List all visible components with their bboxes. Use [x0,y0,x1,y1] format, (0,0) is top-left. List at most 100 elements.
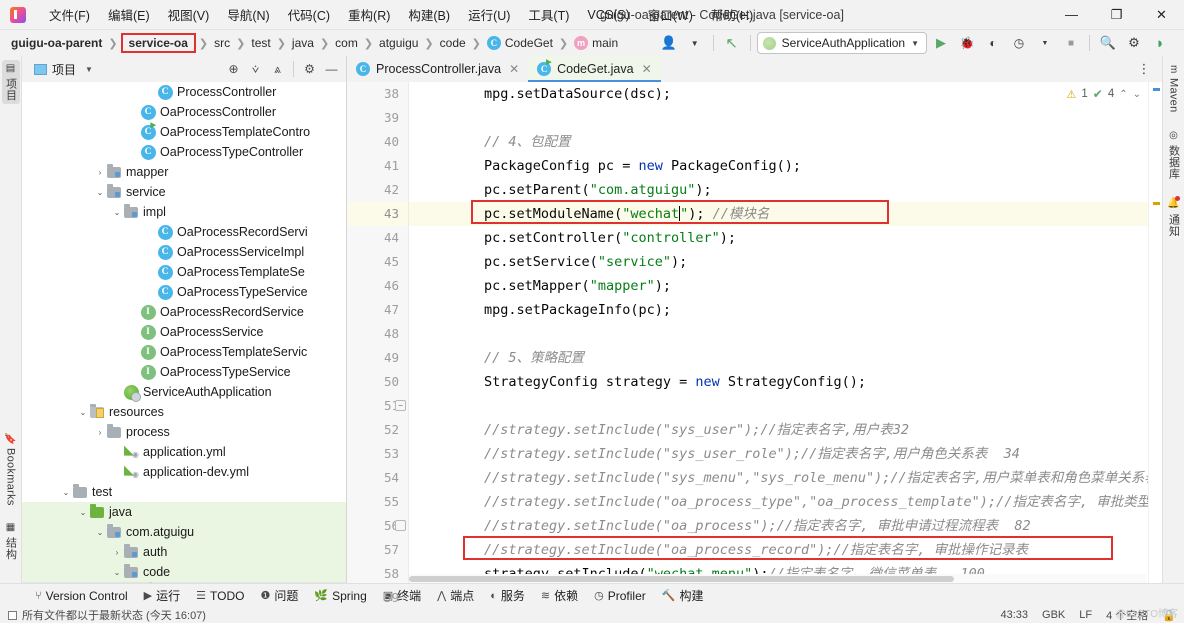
search-icon[interactable]: 🔍 [1096,32,1120,54]
sidebar-item-bookmarks[interactable]: 🔖 Bookmarks [4,429,18,509]
error-stripe[interactable] [1148,82,1162,583]
chevron-right-icon[interactable]: › [111,548,123,557]
menu-build[interactable]: 构建(B) [399,1,459,28]
breadcrumb-item-module[interactable]: service-oa [120,33,196,53]
project-tree[interactable]: ›CProcessController›COaProcessController… [22,82,346,583]
tab-code-get[interactable]: C CodeGet.java ✕ [528,56,661,82]
line-separator[interactable]: LF [1079,609,1092,621]
sidebar-item-database[interactable]: ◎ 数据库 [1165,127,1183,182]
chevron-down-icon[interactable]: ⌄ [60,488,72,497]
tree-node[interactable]: ›CCodeGet [22,581,346,583]
horizontal-scrollbar[interactable] [409,574,1146,583]
file-encoding[interactable]: GBK [1042,609,1065,621]
menu-file[interactable]: 文件(F) [40,1,99,28]
menu-navigate[interactable]: 导航(N) [218,1,278,28]
chevron-down-icon[interactable]: ⌄ [111,208,123,217]
ai-assistant-icon[interactable]: ◗ [1148,32,1172,54]
collapse-all-icon[interactable]: ⩓ [267,59,288,80]
debug-button[interactable]: 🐞 [955,32,979,54]
menu-code[interactable]: 代码(C) [279,1,339,28]
run-configuration-selector[interactable]: ServiceAuthApplication ▼ [756,32,927,54]
menu-bar[interactable]: 文件(F) 编辑(E) 视图(V) 导航(N) 代码(C) 重构(R) 构建(B… [40,1,762,28]
close-icon[interactable]: ✕ [642,62,652,76]
scroll-from-source-icon[interactable]: ⊕ [223,59,244,80]
tree-node[interactable]: › process [22,422,346,442]
bottom-tab-服务[interactable]: ◐ 服务 [483,585,532,606]
menu-tools[interactable]: 工具(T) [519,1,578,28]
maximize-button[interactable]: ❐ [1094,0,1139,30]
stop-button[interactable]: ■ [1059,32,1083,54]
sidebar-item-maven[interactable]: m Maven [1167,62,1181,115]
code-line[interactable]: PackageConfig pc = new PackageConfig(); [409,154,1148,178]
tree-node[interactable]: ›COaProcessRecordServi [22,222,346,242]
chevron-right-icon[interactable]: › [94,168,106,177]
expand-all-icon[interactable]: ⩒ [245,59,266,80]
minimize-button[interactable]: — [1049,0,1094,30]
breadcrumb-item-code[interactable]: code [435,34,471,52]
tree-node[interactable]: ›ServiceAuthApplication [22,382,346,402]
editor-inspection-status[interactable]: ⚠ 1 ✔ 4 ⌃ ⌄ [1063,86,1144,102]
run-button[interactable]: ▶ [929,32,953,54]
tree-node[interactable]: ›application-dev.yml [22,462,346,482]
code-line[interactable] [409,322,1148,346]
previous-problem-icon[interactable]: ⌃ [1119,89,1127,100]
run-with-coverage-button[interactable]: ◐ [981,32,1005,54]
bottom-tab-运行[interactable]: ▶ 运行 [137,585,187,606]
code-line[interactable]: //strategy.setInclude("sys_menu","sys_ro… [409,466,1148,490]
chevron-right-icon[interactable]: › [94,428,106,437]
code-line[interactable]: pc.setService("service"); [409,250,1148,274]
more-options-icon[interactable]: ⋮ [1132,58,1156,80]
close-icon[interactable]: ✕ [509,62,519,76]
chevron-down-icon[interactable]: ▼ [1033,32,1057,54]
breadcrumb-item-atguigu[interactable]: atguigu [374,34,423,52]
chevron-down-icon[interactable]: ▼ [683,32,707,54]
bottom-tab-todo[interactable]: ☰ TODO [189,587,251,605]
code-line[interactable]: //strategy.setInclude("oa_process_type",… [409,490,1148,514]
tree-node[interactable]: ›COaProcessTypeController [22,142,346,162]
tree-node[interactable]: ›application.yml [22,442,346,462]
tree-node[interactable]: ⌄ code [22,562,346,582]
close-button[interactable]: ✕ [1139,0,1184,30]
code-line[interactable]: mpg.setDataSource(dsc); [409,82,1148,106]
menu-run[interactable]: 运行(U) [459,1,519,28]
chevron-down-icon[interactable]: ⌄ [77,508,89,517]
project-panel-title[interactable]: 项目 ▼ [26,61,93,78]
bottom-tab-问题[interactable]: ❶ 问题 [253,585,305,606]
code-content[interactable]: mpg.setDataSource(dsc); // 4、包配置 Package… [409,82,1148,583]
code-line[interactable]: pc.setModuleName("wechat"); //模块名 [409,202,1148,226]
menu-vcs[interactable]: VCS(S) [578,4,638,26]
chevron-down-icon[interactable]: ⌄ [94,188,106,197]
settings-gear-icon[interactable]: ⚙ [1122,32,1146,54]
menu-view[interactable]: 视图(V) [159,1,219,28]
tree-node[interactable]: ›COaProcessTypeService [22,282,346,302]
update-project-icon[interactable]: ↖ [720,32,744,54]
tree-node[interactable]: ⌄ service [22,182,346,202]
bottom-tab-依赖[interactable]: ≋ 依赖 [534,585,585,606]
code-fold-icon[interactable]: − [395,400,406,411]
chevron-down-icon[interactable]: ▼ [85,65,93,74]
profile-button[interactable]: ◷ [1007,32,1031,54]
code-fold-icon[interactable] [395,520,406,531]
bottom-tab-端点[interactable]: ⋀ 端点 [430,585,481,606]
code-line[interactable]: //strategy.setInclude("sys_user");//指定表名… [409,418,1148,442]
breadcrumb-item-com[interactable]: com [330,34,363,52]
code-line[interactable]: //strategy.setInclude("sys_user_role");/… [409,442,1148,466]
code-line[interactable]: pc.setController("controller"); [409,226,1148,250]
tree-node[interactable]: ⌄ resources [22,402,346,422]
hide-panel-icon[interactable]: — [321,59,342,80]
code-line[interactable]: //strategy.setInclude("oa_process_record… [409,538,1148,562]
code-editor[interactable]: 38 39 40 41 42 43 44 45 46 47 48 49 50 51 52 53 54 55 56 57… [347,82,1162,605]
tab-process-controller[interactable]: C ProcessController.java ✕ [347,56,528,82]
code-line[interactable]: pc.setMapper("mapper"); [409,274,1148,298]
code-line[interactable]: // 5、策略配置 [409,346,1148,370]
tree-node[interactable]: ›IOaProcessService [22,322,346,342]
tree-node[interactable]: ›IOaProcessRecordService [22,302,346,322]
tree-node[interactable]: ›COaProcessTemplateSe [22,262,346,282]
tree-node[interactable]: ›COaProcessTemplateContro [22,121,346,142]
code-line[interactable]: // 4、包配置 [409,130,1148,154]
tree-node[interactable]: ›IOaProcessTypeService [22,362,346,382]
breadcrumb-item-project[interactable]: guigu-oa-parent [6,34,107,52]
code-line[interactable] [409,106,1148,130]
bottom-tab-profiler[interactable]: ◷ Profiler [587,587,653,605]
tree-node[interactable]: ⌄ impl [22,202,346,222]
